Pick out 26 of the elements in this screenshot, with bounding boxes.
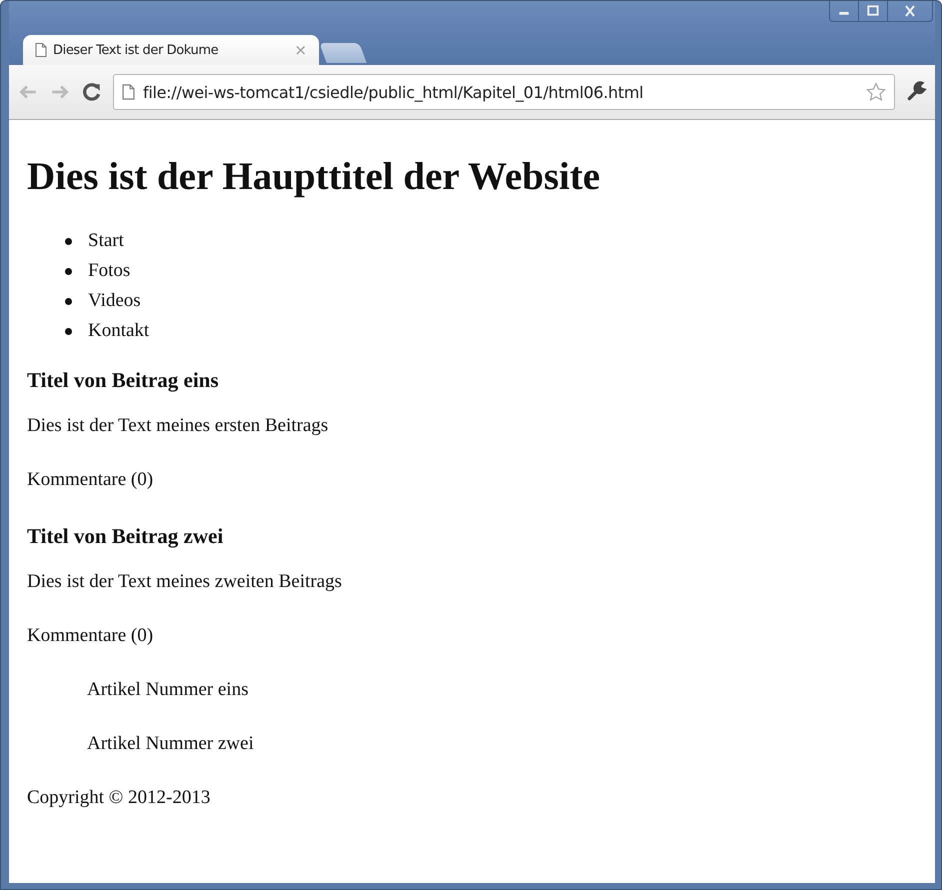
bullet-icon [65,268,72,274]
bullet-icon [65,328,72,334]
page-icon [122,84,135,100]
paragraph: Dies ist der Text meines ersten Beitrags [27,414,330,438]
paragraph: Kommentare (0) [27,624,154,648]
address-bar[interactable]: file://wei-ws-tomcat1/csiedle/public_html/Kapitel_01/html06.html [113,74,895,110]
list-item: Start [88,230,124,252]
new-tab-button[interactable] [319,43,367,63]
section-heading: Titel von Beitrag eins [27,367,220,394]
paragraph: Copyright © 2012-2013 [27,786,212,810]
indented-paragraph: Artikel Nummer eins [86,678,250,702]
section-heading: Titel von Beitrag zwei [27,523,224,550]
indented-paragraph: Artikel Nummer zwei [86,732,255,756]
browser-tab[interactable]: Dieser Text ist der Dokume × [23,35,319,65]
list-item: Fotos [88,260,130,282]
page-heading: Dies ist der Haupttitel der Website [27,154,602,200]
page-icon [35,43,47,57]
bullet-icon [65,298,72,304]
reload-icon[interactable] [81,81,103,103]
list-item: Kontakt [88,320,150,342]
paragraph: Kommentare (0) [27,468,154,492]
star-icon[interactable] [866,82,886,102]
list-item: Videos [88,290,141,312]
wrench-icon[interactable] [905,81,927,103]
bullet-icon [65,238,72,244]
paragraph: Dies ist der Text meines zweiten Beitrags [27,570,343,594]
